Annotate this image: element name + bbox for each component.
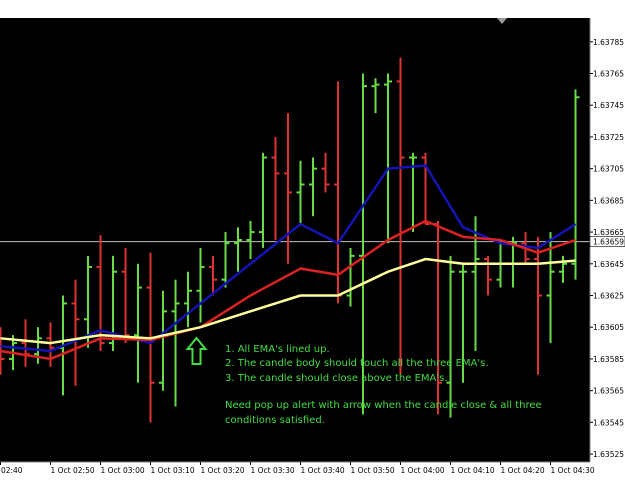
time-tick-label: 1 Oct 03:10 [151, 466, 195, 475]
time-tick-label: 1 Oct 04:10 [451, 466, 495, 475]
price-chart[interactable]: 1. All EMA's lined up. 2. The candle body… [0, 0, 625, 484]
price-tick-label: 1.63545 [593, 418, 624, 427]
current-price-label: 1.63659 [593, 238, 624, 247]
chart-window: 1. All EMA's lined up. 2. The candle body… [0, 0, 625, 484]
time-tick-label: 1 Oct 04:30 [551, 466, 595, 475]
time-tick-label: 1 Oct 04:20 [501, 466, 545, 475]
annotation-line: 3. The candle should close above the EMA… [225, 373, 448, 384]
price-tick-label: 1.63765 [593, 70, 624, 79]
price-tick-label: 1.63785 [593, 38, 624, 47]
time-tick-label: 1 Oct 03:50 [351, 466, 395, 475]
time-tick-label: 1 Oct 03:20 [201, 466, 245, 475]
price-tick-label: 1.63565 [593, 387, 624, 396]
price-tick-label: 1.63725 [593, 133, 624, 142]
price-tick-label: 1.63665 [593, 228, 624, 237]
price-tick-label: 1.63605 [593, 323, 624, 332]
time-tick-label: 1 Oct 03:00 [101, 466, 145, 475]
price-tick-label: 1.63625 [593, 292, 624, 301]
price-tick-label: 1.63705 [593, 165, 624, 174]
time-tick-label: 1 Oct 03:40 [301, 466, 345, 475]
price-tick-label: 1.63585 [593, 355, 624, 364]
time-tick-label: 1 Oct 04:00 [401, 466, 445, 475]
annotation-line: 1. All EMA's lined up. [225, 344, 330, 355]
price-tick-label: 1.63525 [593, 450, 624, 459]
time-tick-label: 1 Oct 02:50 [51, 466, 95, 475]
annotation-line: 2. The candle body should touch all the … [225, 358, 489, 369]
top-strip [0, 0, 625, 18]
time-tick-label: 1 Oct 03:30 [251, 466, 295, 475]
price-tick-label: 1.63685 [593, 196, 624, 205]
time-tick-label: 1 Oct 02:40 [0, 466, 23, 475]
price-tick-label: 1.63645 [593, 260, 624, 269]
annotation-line: Need pop up alert with arrow when the ca… [225, 400, 542, 411]
price-tick-label: 1.63745 [593, 101, 624, 110]
annotation-line: conditions satisfied. [225, 415, 325, 426]
